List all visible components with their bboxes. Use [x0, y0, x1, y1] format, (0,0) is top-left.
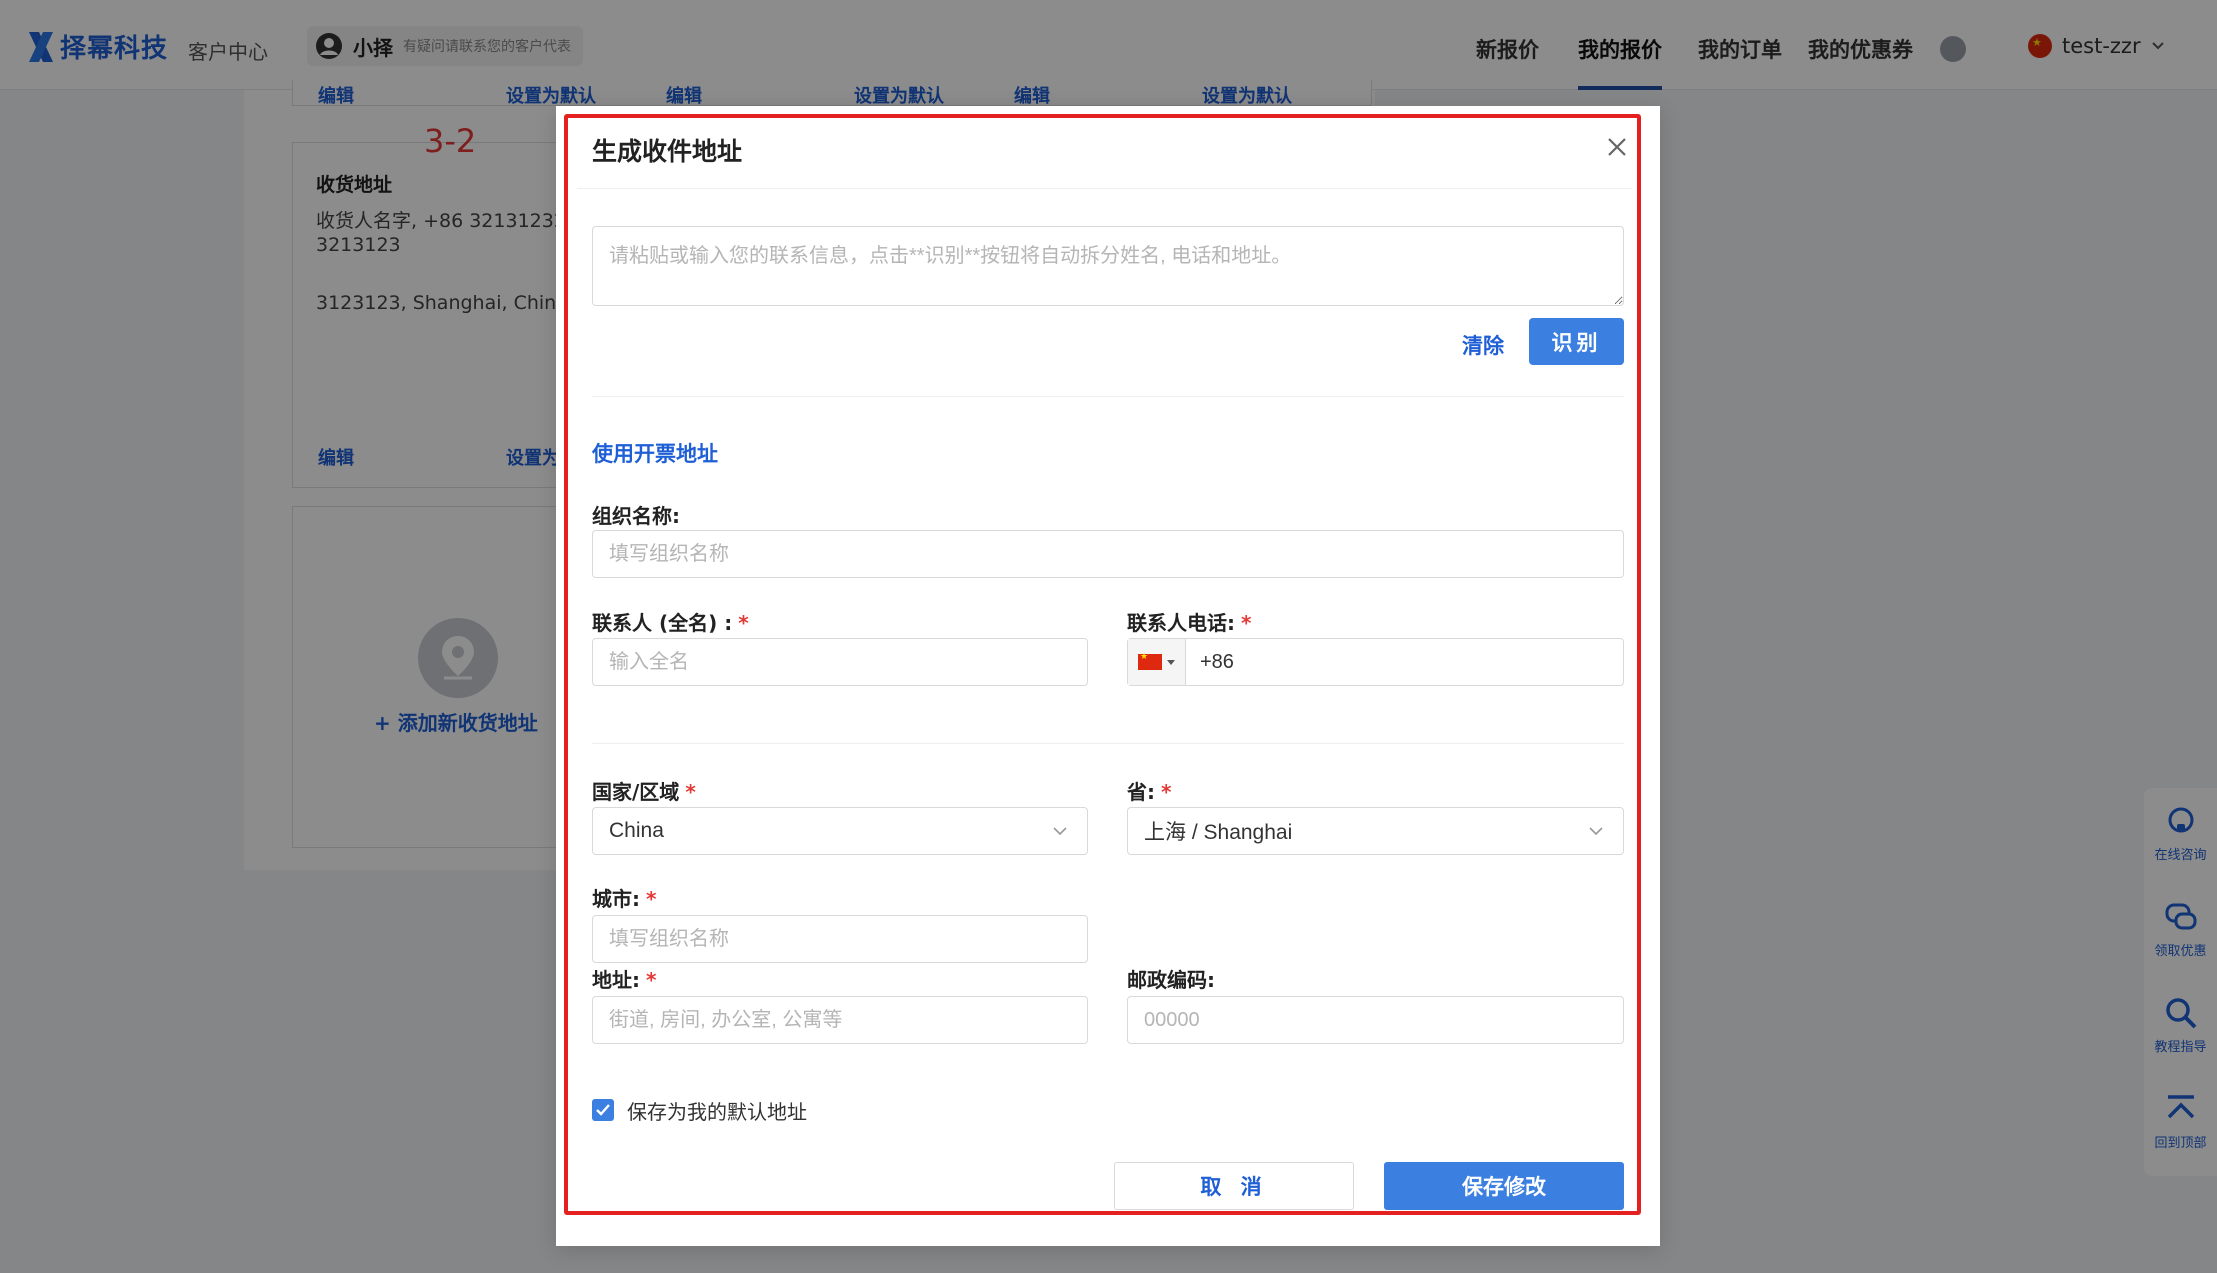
recognize-button[interactable]: 识别 [1529, 318, 1624, 365]
country-label: 国家/区域 * [592, 780, 696, 804]
chevron-down-icon [1053, 827, 1067, 836]
checkmark-icon [596, 1104, 610, 1116]
required-mark: * [646, 968, 657, 992]
contact-name-label: 联系人 (全名) : * [592, 611, 749, 635]
use-invoice-address-link[interactable]: 使用开票地址 [592, 438, 718, 468]
province-select[interactable]: 上海 / Shanghai [1127, 807, 1624, 855]
china-flag-icon [1138, 652, 1162, 670]
cancel-button[interactable]: 取 消 [1114, 1162, 1354, 1210]
phone-field [1127, 638, 1624, 686]
chevron-down-icon [1589, 827, 1603, 836]
postal-code-input[interactable] [1127, 996, 1624, 1044]
province-label: 省: * [1127, 780, 1172, 804]
required-mark: * [646, 887, 657, 911]
postal-code-label: 邮政编码: [1127, 968, 1215, 992]
required-mark: * [1241, 611, 1252, 635]
section-divider [592, 396, 1624, 397]
contact-info-paste-input[interactable] [592, 226, 1624, 306]
default-address-label[interactable]: 保存为我的默认地址 [627, 1096, 807, 1125]
dialog-title: 生成收件地址 [592, 137, 743, 166]
contact-name-input[interactable] [592, 638, 1088, 686]
contact-phone-label: 联系人电话: * [1127, 611, 1252, 635]
province-value: 上海 / Shanghai [1144, 821, 1293, 844]
address-label: 地址: * [592, 968, 657, 992]
city-input[interactable] [592, 915, 1088, 963]
required-mark: * [738, 611, 749, 635]
country-select[interactable]: China [592, 807, 1088, 855]
contact-phone-input[interactable] [1186, 639, 1623, 685]
required-mark: * [685, 780, 696, 804]
org-name-label: 组织名称: [592, 504, 680, 528]
city-label: 城市: * [592, 887, 657, 911]
caret-down-icon [1167, 659, 1175, 665]
clear-button[interactable]: 清除 [1462, 330, 1504, 360]
save-changes-button[interactable]: 保存修改 [1384, 1162, 1624, 1210]
country-code-select[interactable] [1128, 639, 1186, 685]
address-input[interactable] [592, 996, 1088, 1044]
country-value: China [609, 819, 664, 842]
section-divider [592, 743, 1624, 744]
dialog-header-divider [577, 188, 1632, 189]
org-name-input[interactable] [592, 530, 1624, 578]
required-mark: * [1161, 780, 1172, 804]
default-address-checkbox[interactable] [592, 1099, 614, 1121]
close-icon[interactable] [1602, 132, 1632, 162]
